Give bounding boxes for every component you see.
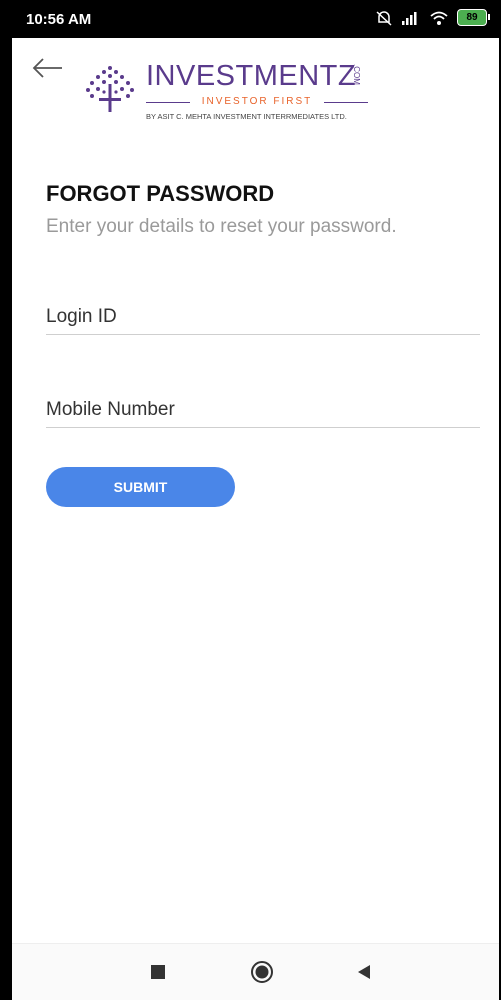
wifi-icon — [430, 11, 448, 25]
page-subtitle: Enter your details to reset your passwor… — [46, 216, 397, 237]
status-bar: 10:56 AM 89 — [12, 0, 499, 38]
mobile-number-field — [46, 399, 480, 428]
back-nav-icon — [358, 965, 370, 979]
recents-icon — [151, 965, 165, 979]
back-arrow-icon[interactable] — [32, 55, 64, 81]
submit-button[interactable]: SUBMIT — [46, 467, 235, 507]
battery-icon: 89 — [457, 9, 490, 26]
logo-subtitle: BY ASIT C. MEHTA INVESTMENT INTERRMEDIAT… — [146, 112, 347, 121]
logo-tagline: INVESTOR FIRST — [146, 96, 368, 107]
signal-icon — [402, 11, 417, 25]
company-logo: INVESTMENTZ .COM INVESTOR FIRST BY ASIT … — [80, 58, 370, 128]
status-icons: 89 — [375, 9, 490, 26]
mobile-number-input[interactable] — [46, 399, 480, 427]
home-button[interactable] — [248, 958, 276, 986]
tree-logo-icon — [86, 66, 134, 112]
device-frame: 10:56 AM 89 INVESTMENTZ .COM INVESTOR FI… — [0, 0, 501, 1000]
status-time: 10:56 AM — [26, 11, 92, 28]
logo-brand-text: INVESTMENTZ — [146, 60, 357, 92]
home-icon — [251, 961, 273, 983]
page-title: FORGOT PASSWORD — [46, 181, 275, 206]
logo-suffix: .COM — [352, 64, 361, 85]
recents-button[interactable] — [144, 958, 172, 986]
login-id-input[interactable] — [46, 306, 480, 334]
screen: 10:56 AM 89 INVESTMENTZ .COM INVESTOR FI… — [12, 0, 499, 1000]
back-nav-button[interactable] — [350, 958, 378, 986]
login-id-field — [46, 306, 480, 335]
dnd-icon — [376, 10, 392, 26]
android-nav-bar — [12, 943, 499, 1000]
